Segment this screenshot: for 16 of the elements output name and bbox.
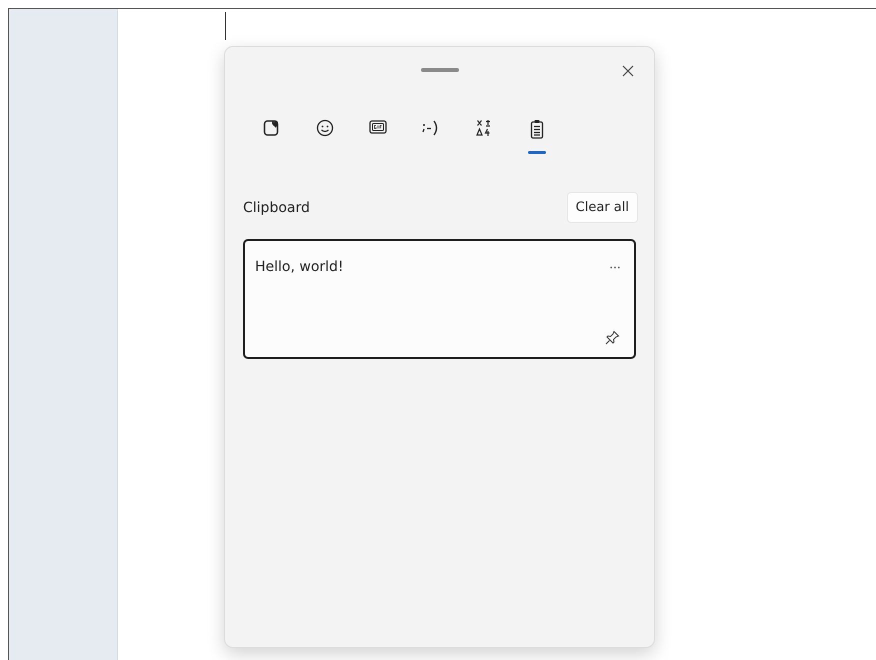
clear-all-button[interactable]: Clear all <box>566 192 638 223</box>
smiley-icon <box>316 119 334 137</box>
drag-handle[interactable] <box>420 68 458 72</box>
symbols-icon <box>476 119 492 137</box>
pin-icon <box>605 330 620 345</box>
more-button[interactable] <box>608 264 622 270</box>
text-cursor <box>225 12 226 40</box>
section-title: Clipboard <box>243 200 310 216</box>
clip-text: Hello, world! <box>255 259 344 275</box>
more-icon <box>610 266 620 268</box>
gif-icon <box>369 119 387 135</box>
close-button[interactable] <box>620 63 636 79</box>
clipboard-item[interactable]: Hello, world! <box>243 239 636 359</box>
close-icon <box>622 65 634 77</box>
pin-button[interactable] <box>603 328 622 347</box>
clipboard-icon <box>530 119 544 139</box>
